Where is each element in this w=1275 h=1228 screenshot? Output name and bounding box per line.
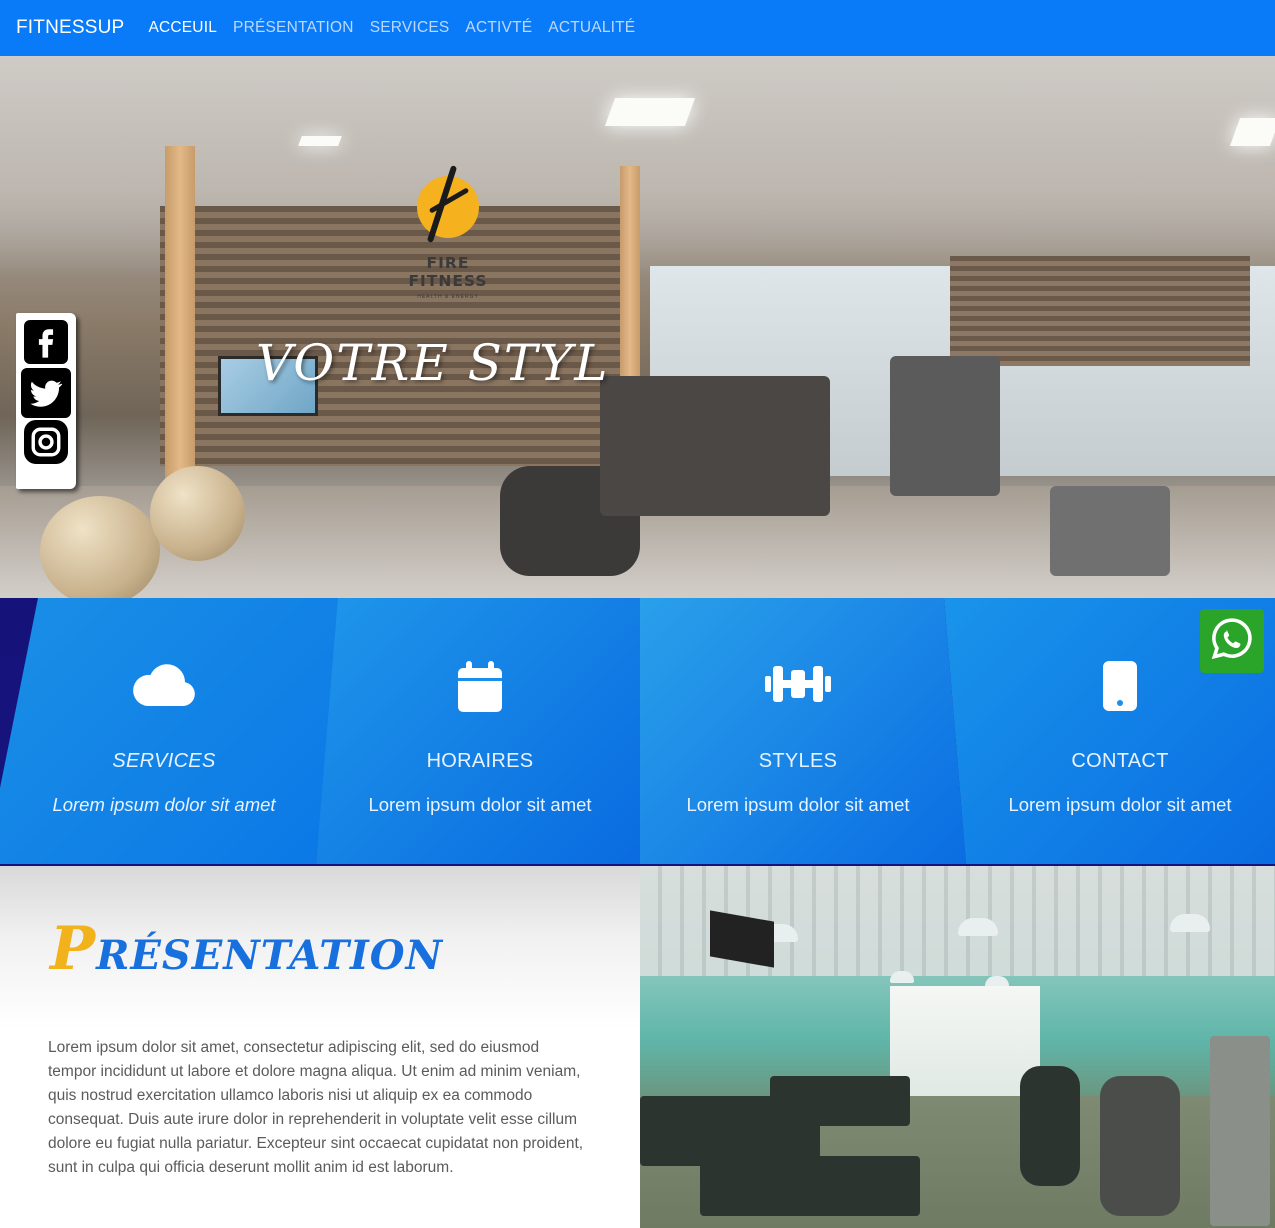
photo-lamp [890, 971, 914, 983]
feature-title: SERVICES [112, 750, 216, 772]
ceiling-light [298, 136, 342, 146]
social-sidebar [16, 313, 76, 489]
presentation-title-initial: P [50, 914, 97, 984]
photo-bike [1020, 1066, 1080, 1186]
nav-item-actualite[interactable]: ACTUALITÉ [548, 19, 635, 37]
photo-treadmill [700, 1156, 920, 1216]
facebook-icon[interactable] [24, 320, 68, 364]
dumbbell-icon [763, 660, 833, 713]
feature-horaires[interactable]: HORAIRES Lorem ipsum dolor sit amet [330, 598, 630, 864]
twitter-icon[interactable] [21, 368, 71, 418]
presentation-title: PRÉSENTATION [50, 914, 443, 984]
photo-bike [1100, 1076, 1180, 1216]
fire-fitness-logo: FIRE FITNESS HEALTH & ENERGY [393, 156, 503, 300]
phone-icon [1100, 660, 1140, 717]
nav-item-accueil[interactable]: ACCEUIL [148, 19, 217, 37]
photo-window [890, 986, 1040, 1106]
calendar-icon [455, 660, 505, 719]
nav-item-presentation[interactable]: PRÉSENTATION [233, 19, 354, 37]
photo-rack [1210, 1036, 1270, 1226]
feature-title: HORAIRES [426, 750, 534, 772]
photo-lamp [1170, 914, 1210, 932]
presentation-title-rest: RÉSENTATION [96, 932, 444, 979]
exercise-ball [40, 496, 160, 606]
hero-title: VOTRE STYL [256, 334, 610, 392]
feature-styles[interactable]: STYLES Lorem ipsum dolor sit amet [648, 598, 948, 864]
feature-description: Lorem ipsum dolor sit amet [1008, 794, 1232, 815]
features-band: SERVICES Lorem ipsum dolor sit amet HORA… [0, 598, 1275, 866]
ceiling-light [604, 98, 696, 126]
cloud-icon [129, 660, 199, 715]
feature-title: STYLES [758, 750, 838, 772]
feature-title: CONTACT [1071, 750, 1169, 772]
presentation-section: PRÉSENTATION Lorem ipsum dolor sit amet,… [0, 866, 640, 1228]
hero-treadmill [600, 376, 830, 516]
whatsapp-button[interactable] [1200, 609, 1264, 673]
presentation-text: Lorem ipsum dolor sit amet, consectetur … [48, 1039, 584, 1176]
feature-description: Lorem ipsum dolor sit amet [686, 794, 910, 815]
logo-emblem [417, 165, 479, 243]
hero-rack [890, 356, 1000, 496]
gym-photo [640, 866, 1275, 1228]
logo-subtext: HEALTH & ENERGY [417, 294, 479, 300]
photo-lamp [958, 918, 998, 936]
hero-blinds [950, 256, 1250, 366]
whatsapp-icon [1208, 615, 1256, 668]
photo-treadmill [770, 1076, 910, 1126]
feature-description: Lorem ipsum dolor sit amet [368, 794, 592, 815]
feature-services[interactable]: SERVICES Lorem ipsum dolor sit amet [14, 598, 314, 864]
logo-text: FIRE FITNESS [408, 254, 488, 290]
nav-item-activite[interactable]: ACTIVTÉ [465, 19, 532, 37]
exercise-ball [150, 466, 245, 561]
top-navbar: FITNESSUP ACCEUIL PRÉSENTATION SERVICES … [0, 0, 1275, 56]
nav-item-services[interactable]: SERVICES [370, 19, 450, 37]
hero-bench [1050, 486, 1170, 576]
brand-logo[interactable]: FITNESSUP [16, 17, 124, 39]
instagram-icon[interactable] [24, 420, 68, 464]
hero-banner: FIRE FITNESS HEALTH & ENERGY VOTRE STYL [0, 56, 1275, 656]
feature-description: Lorem ipsum dolor sit amet [52, 794, 276, 815]
